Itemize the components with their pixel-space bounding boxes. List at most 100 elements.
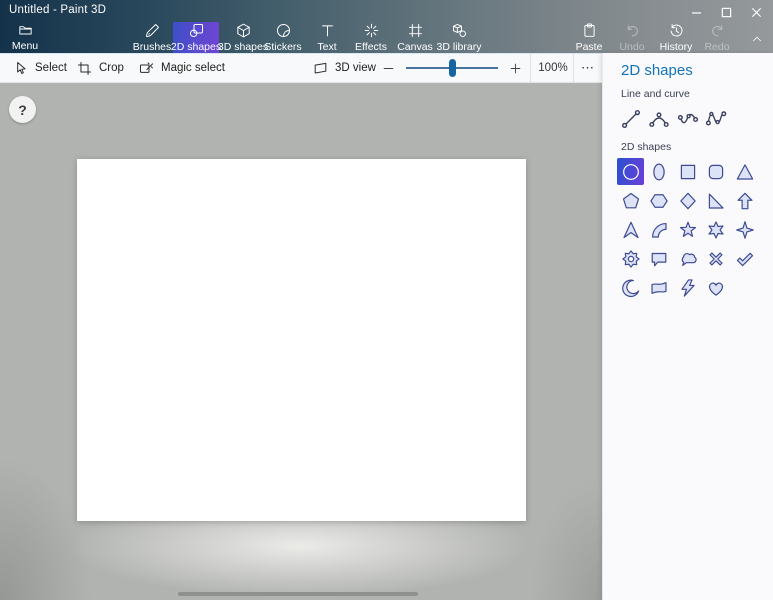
arrow-up-icon xyxy=(734,190,756,212)
ribbon-action-undo[interactable]: Undo xyxy=(612,22,652,53)
right-triangle-icon xyxy=(705,190,727,212)
window-title: Untitled - Paint 3D xyxy=(9,4,106,16)
shape-checkmark[interactable] xyxy=(731,246,758,273)
panel-title: 2D shapes xyxy=(621,62,693,79)
zoom-slider[interactable] xyxy=(406,54,498,82)
text-icon xyxy=(319,22,336,39)
select-tool[interactable]: Select xyxy=(12,54,67,82)
checkmark-icon xyxy=(734,248,756,270)
ribbon-action-label: Redo xyxy=(704,41,729,53)
shape-star-6[interactable] xyxy=(703,216,730,243)
collapse-ribbon-button[interactable] xyxy=(745,28,769,50)
ribbon-tab-3d-library[interactable]: 3D library xyxy=(436,22,482,53)
curve-icon xyxy=(647,107,671,131)
shape-star-5[interactable] xyxy=(674,216,701,243)
menu-icon xyxy=(17,22,34,38)
help-button[interactable]: ? xyxy=(9,96,36,123)
shape-diamond[interactable] xyxy=(674,187,701,214)
paint3d-window: { "window": { "title": "Untitled - Paint… xyxy=(0,0,773,600)
menu-button[interactable]: Menu xyxy=(4,22,46,52)
plus-icon xyxy=(508,61,523,76)
horizontal-scrollbar[interactable] xyxy=(178,592,418,596)
3d-view-label: 3D view xyxy=(335,62,376,74)
shape-hexagon[interactable] xyxy=(646,187,673,214)
tool-curve[interactable] xyxy=(646,105,673,132)
crop-tool[interactable]: Crop xyxy=(76,54,124,82)
star-5-icon xyxy=(677,219,699,241)
shapes-section-label: 2D shapes xyxy=(621,141,671,153)
line-curve-section-label: Line and curve xyxy=(621,88,690,100)
ribbon-action-history[interactable]: History xyxy=(654,22,698,53)
star-6-icon xyxy=(705,219,727,241)
crop-label: Crop xyxy=(99,62,124,74)
zoom-out-button[interactable] xyxy=(378,54,398,82)
ribbon-action-label: History xyxy=(660,41,693,53)
shape-circle[interactable] xyxy=(617,158,644,185)
shape-arrow-up[interactable] xyxy=(731,187,758,214)
shape-rounded-square[interactable] xyxy=(703,158,730,185)
3d-view-tool[interactable]: 3D view xyxy=(312,54,376,82)
3d-shapes-icon xyxy=(235,22,252,39)
minimize-button[interactable] xyxy=(681,0,711,24)
hexagon-icon xyxy=(648,190,670,212)
shape-pointer-arrow[interactable] xyxy=(617,216,644,243)
ribbon-tab-stickers[interactable]: Stickers xyxy=(264,22,302,53)
shape-crescent[interactable] xyxy=(617,275,644,302)
shape-oval[interactable] xyxy=(646,158,673,185)
ribbon-tab-2d-shapes[interactable]: 2D shapes xyxy=(173,22,219,53)
shape-pentagon[interactable] xyxy=(617,187,644,214)
shape-quarter-curve[interactable] xyxy=(646,216,673,243)
ribbon-tab-label: 3D library xyxy=(437,41,482,53)
ribbon-action-label: Paste xyxy=(576,41,603,53)
2d-shapes-icon xyxy=(188,22,205,39)
zoom-level-button[interactable]: 100% xyxy=(533,54,573,82)
ribbon-tab-label: Effects xyxy=(355,41,387,53)
undo-icon xyxy=(624,22,641,39)
effects-icon xyxy=(363,22,380,39)
shape-thought-bubble[interactable] xyxy=(674,246,701,273)
maximize-button[interactable] xyxy=(711,0,741,24)
magic-select-tool[interactable]: Magic select xyxy=(138,54,225,82)
square-icon xyxy=(677,161,699,183)
toolbar: Select Crop Magic select 3D view 100% ⋯ xyxy=(0,53,602,83)
zoom-in-button[interactable] xyxy=(505,54,525,82)
burst-icon xyxy=(620,248,642,270)
tool-double-wave[interactable] xyxy=(703,105,730,132)
ribbon-tab-canvas[interactable]: Canvas xyxy=(396,22,434,53)
ribbon-tab-3d-shapes[interactable]: 3D shapes xyxy=(220,22,266,53)
shape-heart[interactable] xyxy=(703,275,730,302)
more-options-button[interactable]: ⋯ xyxy=(576,54,600,82)
shape-square[interactable] xyxy=(674,158,701,185)
shape-banner[interactable] xyxy=(646,275,673,302)
speech-bubble-icon xyxy=(648,248,670,270)
ribbon-tab-brushes[interactable]: Brushes xyxy=(132,22,172,53)
rounded-square-icon xyxy=(705,161,727,183)
line-curve-tools xyxy=(617,105,730,132)
drawing-canvas[interactable] xyxy=(77,159,526,521)
shape-speech-bubble[interactable] xyxy=(646,246,673,273)
double-wave-icon xyxy=(704,107,728,131)
pentagon-icon xyxy=(620,190,642,212)
minus-icon xyxy=(381,61,396,76)
shape-lightning[interactable] xyxy=(674,275,701,302)
zoom-slider-thumb[interactable] xyxy=(449,59,456,77)
shape-cross[interactable] xyxy=(703,246,730,273)
ribbon-tab-label: 2D shapes xyxy=(171,41,221,53)
minimize-icon xyxy=(691,7,702,18)
tool-line[interactable] xyxy=(617,105,644,132)
ribbon-action-redo[interactable]: Redo xyxy=(697,22,737,53)
select-cursor-icon xyxy=(12,60,29,77)
ribbon-tab-label: 3D shapes xyxy=(218,41,268,53)
ribbon-tab-text[interactable]: Text xyxy=(309,22,345,53)
line-icon xyxy=(619,107,643,131)
shape-right-triangle[interactable] xyxy=(703,187,730,214)
shape-triangle[interactable] xyxy=(731,158,758,185)
thought-bubble-icon xyxy=(677,248,699,270)
cross-icon xyxy=(705,248,727,270)
shape-star-4[interactable] xyxy=(731,216,758,243)
close-button[interactable] xyxy=(741,0,771,24)
tool-wave[interactable] xyxy=(674,105,701,132)
shape-burst[interactable] xyxy=(617,246,644,273)
ribbon-action-paste[interactable]: Paste xyxy=(569,22,609,53)
ribbon-tab-effects[interactable]: Effects xyxy=(352,22,390,53)
